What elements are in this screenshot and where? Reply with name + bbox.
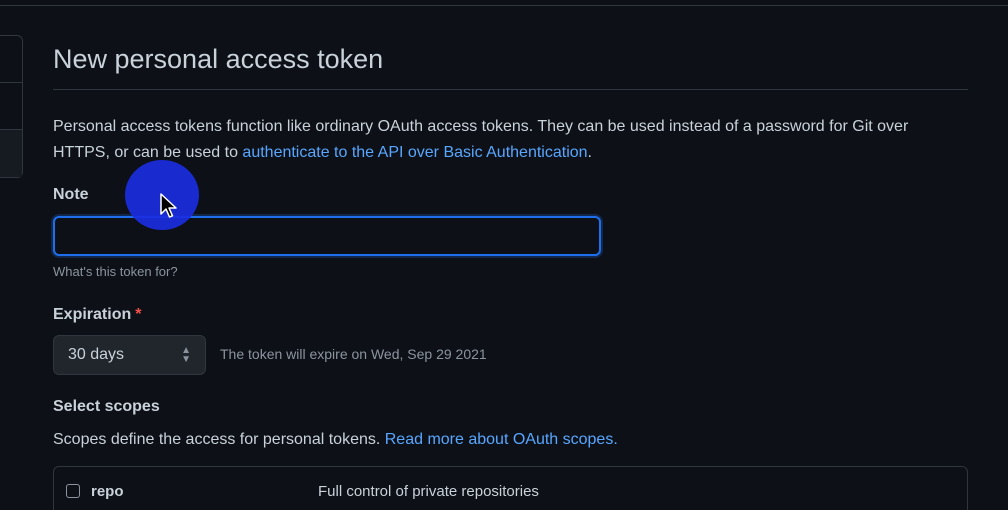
oauth-scopes-link[interactable]: Read more about OAuth scopes. xyxy=(385,431,618,448)
note-input[interactable] xyxy=(53,216,601,256)
sidebar-item[interactable] xyxy=(0,36,22,83)
expiration-label: Expiration * xyxy=(53,306,141,324)
required-mark: * xyxy=(135,306,142,323)
scope-name: repo xyxy=(91,483,124,500)
note-hint: What's this token for? xyxy=(53,264,178,279)
expiration-selected-value: 30 days xyxy=(68,346,125,363)
scopes-description: Scopes define the access for personal to… xyxy=(53,431,618,449)
sidebar-item[interactable] xyxy=(0,83,22,130)
scope-description: Full control of private repositories xyxy=(318,483,539,500)
sidebar-item-selected[interactable] xyxy=(0,130,22,177)
page-title: New personal access token xyxy=(53,44,968,90)
page: New personal access token Personal acces… xyxy=(0,0,1008,510)
expiration-select[interactable]: 30 days ▲ ▼ xyxy=(53,335,206,375)
repo-checkbox[interactable] xyxy=(66,484,80,498)
scope-row-repo: repo Full control of private repositorie… xyxy=(66,483,946,503)
page-description: Personal access tokens function like ord… xyxy=(53,114,968,166)
scopes-table: repo Full control of private repositorie… xyxy=(53,466,968,510)
sort-arrows-icon: ▲ ▼ xyxy=(181,345,191,365)
cursor-arrow-icon xyxy=(160,193,177,218)
select-scopes-heading: Select scopes xyxy=(53,398,160,415)
basic-auth-link[interactable]: authenticate to the API over Basic Authe… xyxy=(242,144,587,161)
description-end: . xyxy=(587,144,592,161)
expiration-note: The token will expire on Wed, Sep 29 202… xyxy=(220,346,487,362)
header-divider xyxy=(0,0,1008,6)
settings-sidebar xyxy=(0,35,23,178)
expiration-label-text: Expiration xyxy=(53,306,132,323)
note-label: Note xyxy=(53,186,89,203)
scopes-description-text: Scopes define the access for personal to… xyxy=(53,431,385,448)
